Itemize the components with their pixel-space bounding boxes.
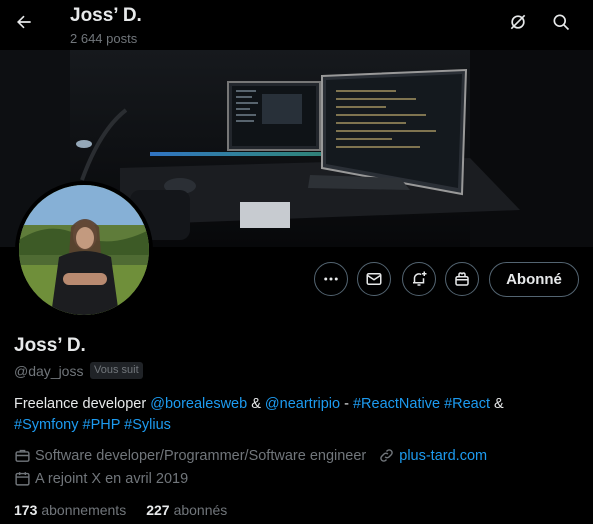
bio-text: - (340, 396, 353, 412)
more-button[interactable] (314, 262, 348, 296)
following-label: abonnements (41, 502, 127, 518)
hashtag-link[interactable]: #Symfony (14, 417, 78, 433)
notifications-button[interactable] (402, 262, 436, 296)
bio-text: Freelance developer (14, 396, 151, 412)
message-button[interactable] (357, 262, 391, 296)
calendar-icon (14, 470, 31, 487)
followers-count: 227 (146, 502, 170, 518)
profile-meta-row: Software developer/Programmer/Software e… (14, 447, 487, 464)
link-icon (378, 447, 395, 464)
hashtag-link[interactable]: #ReactNative (353, 396, 440, 412)
grok-button[interactable] (506, 10, 530, 34)
following-button[interactable]: Abonné (489, 262, 579, 297)
hashtag-link[interactable]: #Sylius (124, 417, 171, 433)
hashtag-link[interactable]: #React (444, 396, 490, 412)
hashtag-link[interactable]: #PHP (83, 417, 121, 433)
avatar-image (19, 185, 149, 315)
bio-text: & (490, 396, 504, 412)
subscribe-button[interactable] (445, 262, 479, 296)
profile-header: Joss’ D. 2 644 posts (0, 0, 593, 50)
handle: @day_joss (14, 363, 84, 379)
followers-label: abonnés (173, 502, 228, 518)
following-link[interactable]: 173 abonnements (14, 502, 126, 518)
website-link[interactable]: plus-tard.com (399, 448, 487, 464)
more-icon (324, 277, 338, 281)
grok-icon (510, 14, 526, 30)
bio-text: & (247, 396, 265, 412)
profession: Software developer/Programmer/Software e… (35, 447, 367, 464)
followers-link[interactable]: 227 abonnés (146, 502, 227, 518)
briefcase-icon (14, 447, 31, 464)
display-name: Joss’ D. (14, 335, 86, 356)
join-date: A rejoint X en avril 2019 (35, 470, 189, 487)
following-count: 173 (14, 502, 38, 518)
mail-icon (366, 273, 382, 285)
follow-counts: 173 abonnements 227 abonnés (14, 502, 227, 518)
joined-row: A rejoint X en avril 2019 (14, 470, 188, 487)
follows-you-badge: Vous suit (90, 362, 143, 379)
mention-link[interactable]: @borealesweb (150, 396, 247, 412)
bio: Freelance developer @borealesweb & @near… (14, 394, 579, 436)
header-name: Joss’ D. (70, 5, 142, 26)
back-button[interactable] (10, 8, 38, 36)
mention-link[interactable]: @neartripio (265, 396, 340, 412)
notification-plus-icon (413, 271, 427, 286)
search-button[interactable] (549, 10, 573, 34)
subscribe-icon (455, 272, 469, 286)
avatar[interactable] (15, 181, 153, 319)
header-post-count: 2 644 posts (70, 31, 138, 46)
search-icon (553, 14, 570, 31)
back-arrow-icon (17, 15, 31, 29)
